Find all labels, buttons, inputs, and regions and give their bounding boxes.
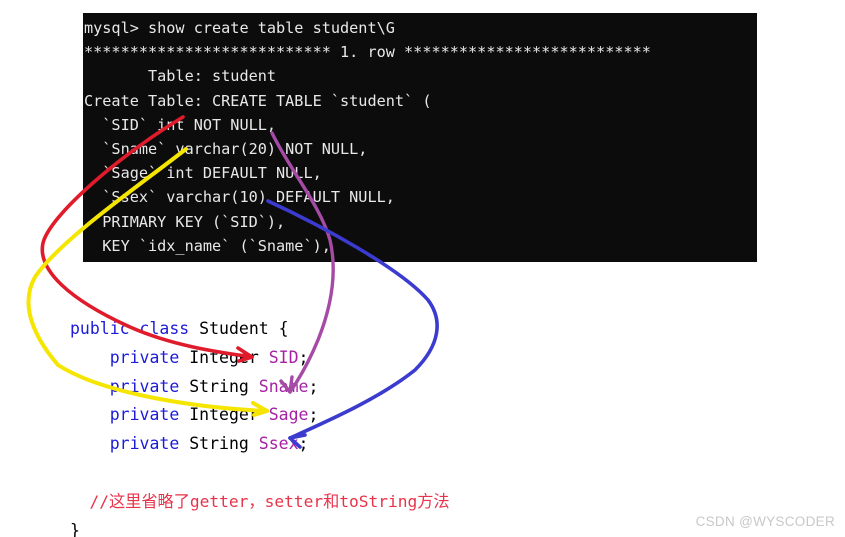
terminal-line: *************************** 1. row *****… [84,43,651,62]
code-field-name: Sage [268,405,309,425]
code-line-field-sname: private String Sname; [70,373,590,402]
terminal-line: `Sage` int DEFAULT NULL, [84,164,322,183]
code-keyword: private [109,405,180,425]
terminal-line: `Ssex` varchar(10) DEFAULT NULL, [84,188,395,207]
terminal-line: KEY `idx_name_age` (`Sname`,`Sage`) [83,258,757,262]
code-keyword: public class [70,319,190,338]
code-type: Integer [189,405,259,425]
code-keyword: private [109,347,180,367]
code-tail: ; [298,434,309,454]
code-line-closing-brace: } [70,520,80,537]
code-tail: ; [298,347,309,367]
code-comment-text: //这里省略了getter，setter和toString方法 [89,491,450,511]
code-type: String [189,434,249,454]
code-comment-line: //这里省略了getter，setter和toString方法 [70,488,590,517]
csdn-watermark: CSDN @WYSCODER [695,514,835,529]
mysql-terminal-panel: mysql> show create table student\G *****… [83,13,757,262]
code-type: Integer [189,347,259,367]
code-keyword: private [109,376,180,396]
code-tail: ; [308,405,319,425]
code-tail: ; [308,376,319,396]
terminal-line: PRIMARY KEY (`SID`), [84,212,286,231]
code-type: String [189,376,249,396]
code-tail: { [268,319,289,338]
terminal-line: Create Table: CREATE TABLE `student` ( [84,91,432,110]
code-line-field-sage: private Integer Sage; [70,401,590,430]
code-field-name: SID [268,347,299,367]
terminal-line: KEY `idx_name` (`Sname`), [84,236,331,255]
code-field-name: Ssex [258,434,299,454]
terminal-line: mysql> show create table student\G [84,19,395,37]
code-line-field-ssex: private String Ssex; [70,430,590,459]
code-field-name: Sname [258,376,309,396]
terminal-line: `SID` int NOT NULL, [84,115,277,134]
terminal-line: Table: student [84,67,277,86]
terminal-line: `Sname` varchar(20) NOT NULL, [84,139,368,158]
code-type: Student [199,319,269,338]
code-keyword: private [109,434,180,454]
code-line-class-decl: public class Student { [70,315,590,344]
code-line-field-sid: private Integer SID; [70,344,590,373]
screenshot-root: mysql> show create table student\G *****… [0,0,845,537]
java-code-block: public class Student { private Integer S… [70,315,590,537]
